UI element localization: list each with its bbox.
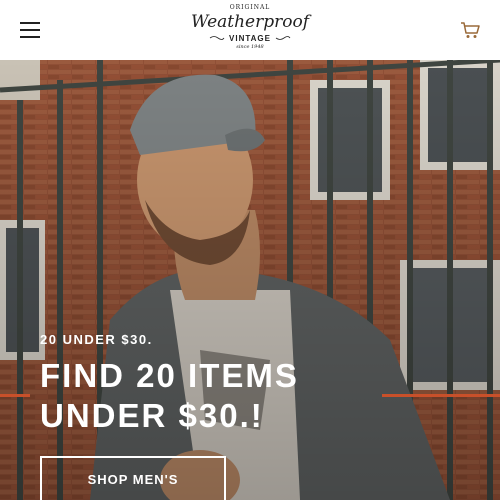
hero-eyebrow: 20 UNDER $30. bbox=[40, 332, 153, 347]
logo-vintage-row: VINTAGE bbox=[190, 32, 310, 44]
hero-banner[interactable]: 20 UNDER $30. FIND 20 ITEMS UNDER $30.! … bbox=[0, 60, 500, 500]
hamburger-menu-icon[interactable] bbox=[20, 21, 40, 39]
shop-mens-label: SHOP MEN'S bbox=[87, 472, 179, 487]
accent-rule-right bbox=[382, 394, 500, 397]
logo-since-text: since 1948 bbox=[236, 44, 264, 50]
hero-headline: FIND 20 ITEMS UNDER $30.! bbox=[40, 357, 299, 434]
logo-wordmark: Weatherproof bbox=[190, 12, 310, 32]
brand-logo[interactable]: ORIGINAL Weatherproof VINTAGE since 1948 bbox=[190, 4, 310, 56]
shopping-cart-icon[interactable] bbox=[460, 21, 480, 39]
swash-right-icon bbox=[275, 36, 291, 40]
logo-vintage-text: VINTAGE bbox=[229, 33, 271, 43]
accent-rule-left bbox=[0, 394, 30, 397]
swash-left-icon bbox=[209, 36, 225, 40]
shop-mens-button[interactable]: SHOP MEN'S bbox=[40, 456, 226, 500]
site-header: ORIGINAL Weatherproof VINTAGE since 1948 bbox=[0, 0, 500, 60]
logo-original-text: ORIGINAL bbox=[229, 4, 271, 11]
